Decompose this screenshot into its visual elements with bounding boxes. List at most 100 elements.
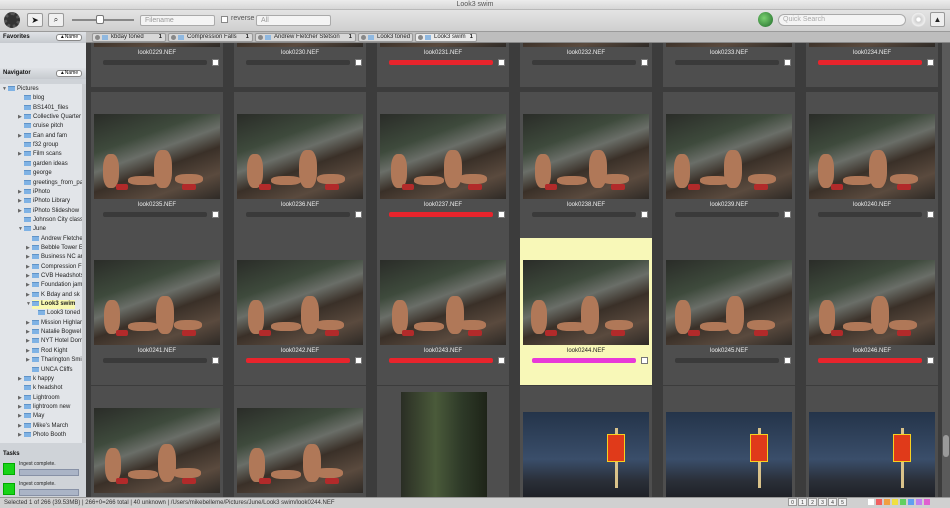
photo-thumbnail[interactable]: [94, 43, 220, 47]
thumbnail-cell[interactable]: look0239.NEF: [663, 92, 795, 239]
thumbnail-cell[interactable]: [91, 386, 223, 497]
select-checkbox[interactable]: [498, 59, 505, 66]
color-filter-swatch[interactable]: [884, 499, 890, 505]
photo-thumbnail[interactable]: [523, 43, 649, 47]
rating-star-4[interactable]: 4: [828, 498, 837, 506]
gear-icon[interactable]: [4, 12, 20, 28]
tree-item[interactable]: ▼ Pictures: [2, 85, 39, 94]
photo-thumbnail[interactable]: [523, 412, 649, 497]
thumbnail-cell[interactable]: look0234.NEF: [806, 43, 938, 87]
thumbnail-cell[interactable]: look0237.NEF: [377, 92, 509, 239]
tree-item[interactable]: ▶ Film scans: [18, 150, 62, 159]
globe-icon[interactable]: [758, 12, 773, 27]
thumbnail-cell[interactable]: [234, 386, 366, 497]
disclosure-icon[interactable]: ▶: [26, 291, 30, 300]
thumbnail-cell[interactable]: [663, 386, 795, 497]
color-filter-swatch[interactable]: [900, 499, 906, 505]
photo-thumbnail[interactable]: [94, 114, 220, 199]
tab-0[interactable]: kbday toned 1: [92, 33, 166, 42]
tree-item[interactable]: ▶ Rod Kight: [26, 347, 67, 356]
color-label-bar[interactable]: [532, 212, 636, 217]
rating-star-0[interactable]: 0: [788, 498, 797, 506]
tree-item[interactable]: Johnson City class: [24, 216, 82, 225]
disclosure-icon[interactable]: ▶: [26, 272, 30, 281]
tree-item[interactable]: UNCA Cliffs: [32, 366, 73, 375]
reverse-checkbox[interactable]: [221, 16, 228, 23]
color-label-bar[interactable]: [818, 60, 922, 65]
tree-item[interactable]: cruise pitch: [24, 122, 63, 131]
close-tab-icon[interactable]: [95, 35, 100, 40]
select-checkbox[interactable]: [212, 211, 219, 218]
disclosure-icon[interactable]: ▶: [18, 197, 22, 206]
thumbnail-cell[interactable]: look0246.NEF: [806, 238, 938, 385]
select-checkbox[interactable]: [212, 357, 219, 364]
photo-thumbnail[interactable]: [666, 43, 792, 47]
tree-item[interactable]: ▶ Mission Highlar: [26, 319, 82, 328]
tree-item[interactable]: greetings_from_pa: [24, 179, 82, 188]
color-label-bar[interactable]: [246, 358, 350, 363]
slider-knob[interactable]: [96, 15, 104, 24]
photo-thumbnail[interactable]: [237, 408, 363, 493]
color-label-bar[interactable]: [246, 60, 350, 65]
tree-item[interactable]: ▶ K Bday and sk: [26, 291, 80, 300]
select-checkbox[interactable]: [784, 59, 791, 66]
tree-item[interactable]: BS1401_files: [24, 104, 68, 113]
disclosure-icon[interactable]: ▶: [18, 150, 22, 159]
tab-2[interactable]: Andrew Fletcher Stetson 1: [255, 33, 356, 42]
tree-item[interactable]: ▶ Mike's March: [18, 422, 68, 431]
disc-icon[interactable]: [911, 12, 926, 27]
color-label-bar[interactable]: [532, 60, 636, 65]
disclosure-icon[interactable]: ▶: [18, 207, 22, 216]
tree-item[interactable]: Look3 toned: [38, 309, 80, 318]
tree-item[interactable]: ▶ Foundation jam: [26, 281, 82, 290]
select-checkbox[interactable]: [927, 357, 934, 364]
thumbnail-cell[interactable]: [520, 386, 652, 497]
disclosure-icon[interactable]: ▼: [18, 225, 23, 234]
tree-item[interactable]: k headshot: [24, 384, 62, 393]
burn-icon[interactable]: ▲: [930, 12, 945, 27]
disclosure-icon[interactable]: ▶: [18, 394, 22, 403]
select-checkbox[interactable]: [927, 211, 934, 218]
disclosure-icon[interactable]: ▶: [26, 244, 30, 253]
color-filter-swatch[interactable]: [924, 499, 930, 505]
color-label-bar[interactable]: [675, 358, 779, 363]
color-filter-swatch[interactable]: [908, 499, 914, 505]
select-checkbox[interactable]: [355, 59, 362, 66]
disclosure-icon[interactable]: ▶: [26, 281, 30, 290]
photo-thumbnail[interactable]: [809, 260, 935, 345]
zoom-icon[interactable]: ⌕: [48, 13, 64, 27]
color-label-bar[interactable]: [103, 212, 207, 217]
disclosure-icon[interactable]: ▶: [26, 337, 30, 346]
color-filter-swatch[interactable]: [892, 499, 898, 505]
tree-item[interactable]: Andrew Fletche: [32, 235, 82, 244]
tree-item[interactable]: ▶ Natalie Bogwel: [26, 328, 81, 337]
rating-star-1[interactable]: 1: [798, 498, 807, 506]
tab-1[interactable]: Compression Falls 1: [168, 33, 253, 42]
tree-item[interactable]: ▼ June: [18, 225, 46, 234]
tree-item[interactable]: ▶ May: [18, 412, 44, 421]
disclosure-icon[interactable]: ▶: [18, 412, 22, 421]
color-label-bar[interactable]: [389, 60, 493, 65]
close-tab-icon[interactable]: [418, 35, 423, 40]
close-tab-icon[interactable]: [258, 35, 263, 40]
photo-thumbnail[interactable]: [666, 260, 792, 345]
tree-item[interactable]: george: [24, 169, 52, 178]
color-label-bar[interactable]: [389, 358, 493, 363]
select-checkbox[interactable]: [927, 59, 934, 66]
photo-thumbnail[interactable]: [237, 114, 363, 199]
color-label-bar[interactable]: [675, 212, 779, 217]
tree-item[interactable]: f32 group: [24, 141, 58, 150]
arrow-tool-icon[interactable]: ➤: [27, 13, 43, 27]
photo-thumbnail[interactable]: [94, 408, 220, 493]
select-checkbox[interactable]: [498, 357, 505, 364]
select-checkbox[interactable]: [355, 211, 362, 218]
color-label-bar[interactable]: [675, 60, 779, 65]
disclosure-icon[interactable]: ▶: [26, 328, 30, 337]
color-filter-swatch[interactable]: [876, 499, 882, 505]
tree-item[interactable]: ▶ Photo Booth: [18, 431, 66, 440]
tree-item[interactable]: ▶ lightroom new: [18, 403, 70, 412]
tree-item[interactable]: ▶ NYT Hotel Dorr: [26, 337, 82, 346]
tree-item[interactable]: ▶ Compression F: [26, 263, 82, 272]
thumbnail-cell[interactable]: [377, 386, 509, 497]
disclosure-icon[interactable]: ▼: [26, 300, 31, 309]
